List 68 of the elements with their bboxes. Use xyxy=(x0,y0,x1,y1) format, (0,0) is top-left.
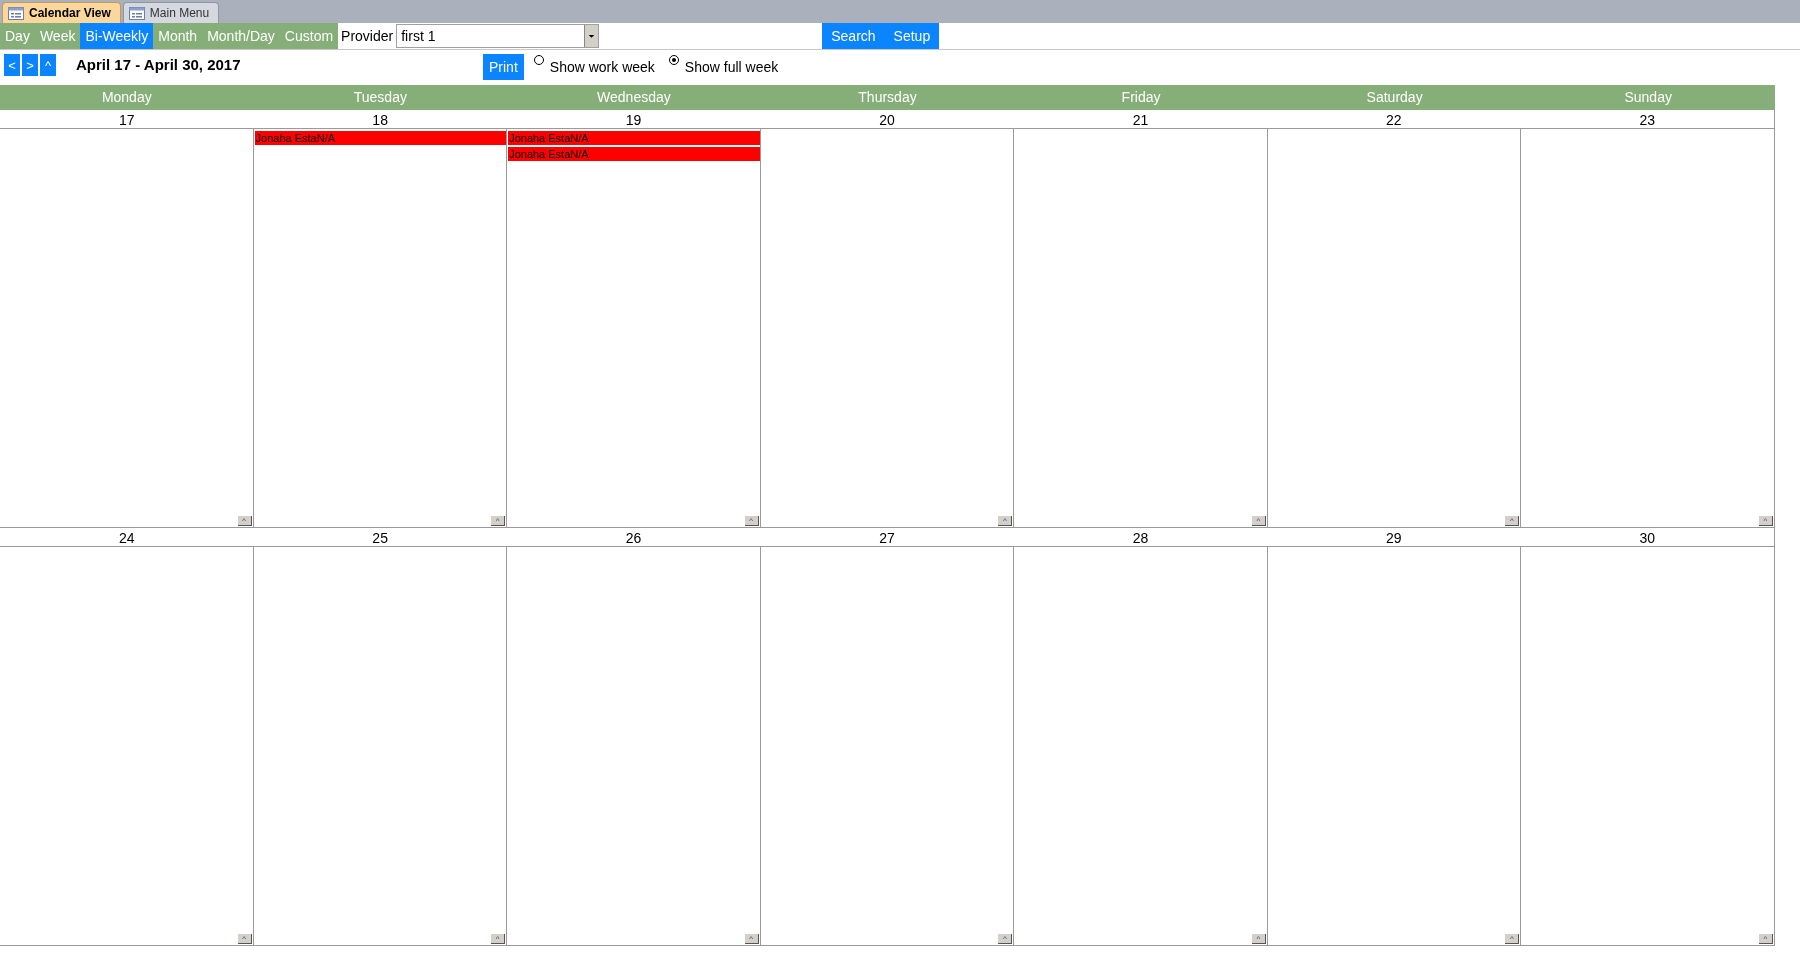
expand-button[interactable]: ^ xyxy=(1251,516,1266,526)
expand-button[interactable]: ^ xyxy=(1759,934,1773,944)
print-button[interactable]: Print xyxy=(483,54,524,80)
day-cell[interactable]: ^ xyxy=(253,547,508,945)
expand-button[interactable]: ^ xyxy=(1759,516,1773,526)
document-tab[interactable]: Calendar View xyxy=(2,2,121,23)
calendar-event[interactable]: Jonaha EstaN/A xyxy=(508,147,760,161)
radio-label: Show full week xyxy=(684,58,779,77)
date-number: 22 xyxy=(1386,111,1402,130)
nav-button[interactable]: ^ xyxy=(40,54,56,76)
weekday-header: Monday xyxy=(101,88,152,107)
nav-button[interactable]: > xyxy=(22,54,38,76)
calendar-event[interactable]: Jonaha EstaN/A xyxy=(254,131,507,145)
expand-button[interactable]: ^ xyxy=(1505,516,1520,526)
weekday-header: Friday xyxy=(1121,88,1161,107)
expand-button[interactable]: ^ xyxy=(491,516,506,526)
day-cell[interactable]: ^ xyxy=(1014,547,1268,945)
document-tab[interactable]: Main Menu xyxy=(122,2,220,23)
day-cell[interactable]: Jonaha EstaN/A ^ xyxy=(253,129,508,527)
date-range-title: April 17 - April 30, 2017 xyxy=(76,55,242,75)
expand-button[interactable]: ^ xyxy=(1251,934,1266,944)
day-cell[interactable]: ^ xyxy=(1521,129,1775,527)
day-cell[interactable]: ^ xyxy=(1014,129,1268,527)
provider-dropdown[interactable]: first 1 xyxy=(396,24,600,48)
expand-button[interactable]: ^ xyxy=(998,516,1013,526)
form-icon xyxy=(128,6,145,20)
date-number: 18 xyxy=(372,111,388,130)
provider-label: Provider xyxy=(340,26,395,46)
date-number: 24 xyxy=(118,529,135,548)
date-number: 21 xyxy=(1132,111,1149,130)
weekday-header: Thursday xyxy=(858,88,917,107)
date-number: 19 xyxy=(625,111,642,130)
weekday-header: Saturday xyxy=(1366,88,1423,107)
expand-button[interactable]: ^ xyxy=(744,934,759,944)
expand-button[interactable]: ^ xyxy=(237,934,252,944)
date-number: 30 xyxy=(1639,529,1656,548)
day-cell[interactable]: ^ xyxy=(1267,547,1522,945)
date-number: 23 xyxy=(1639,111,1656,130)
radio-button[interactable] xyxy=(533,55,544,65)
date-number: 26 xyxy=(625,529,642,548)
expand-button[interactable]: ^ xyxy=(1505,934,1520,944)
date-number: 20 xyxy=(879,111,895,130)
day-cell[interactable]: Jonaha EstaN/A Jonaha EstaN/A ^ xyxy=(507,129,761,527)
date-number: 27 xyxy=(879,529,895,548)
weekday-header: Wednesday xyxy=(597,88,671,107)
date-number: 28 xyxy=(1132,529,1149,548)
weekday-header: Sunday xyxy=(1624,88,1672,107)
expand-button[interactable]: ^ xyxy=(237,516,252,526)
expand-button[interactable]: ^ xyxy=(491,934,506,944)
day-cell[interactable]: ^ xyxy=(760,129,1015,527)
date-number: 29 xyxy=(1386,529,1402,548)
day-cell[interactable]: ^ xyxy=(507,547,761,945)
expand-button[interactable]: ^ xyxy=(998,934,1013,944)
weekday-header: Tuesday xyxy=(353,88,407,107)
date-number: 17 xyxy=(118,111,135,130)
date-number: 25 xyxy=(372,529,388,548)
day-cell[interactable]: ^ xyxy=(1521,547,1775,945)
expand-button[interactable]: ^ xyxy=(744,516,759,526)
radio-label: Show work week xyxy=(549,58,655,77)
radio-button[interactable] xyxy=(668,55,679,65)
form-icon xyxy=(8,6,24,20)
day-cell[interactable]: ^ xyxy=(0,129,254,527)
nav-button[interactable]: < xyxy=(4,54,20,76)
view-tab[interactable]: Bi-Weekly xyxy=(80,23,154,49)
day-cell[interactable]: ^ xyxy=(1267,129,1522,527)
calendar-event[interactable]: Jonaha EstaN/A xyxy=(508,131,760,145)
day-cell[interactable]: ^ xyxy=(0,547,254,945)
day-cell[interactable]: ^ xyxy=(760,547,1015,945)
